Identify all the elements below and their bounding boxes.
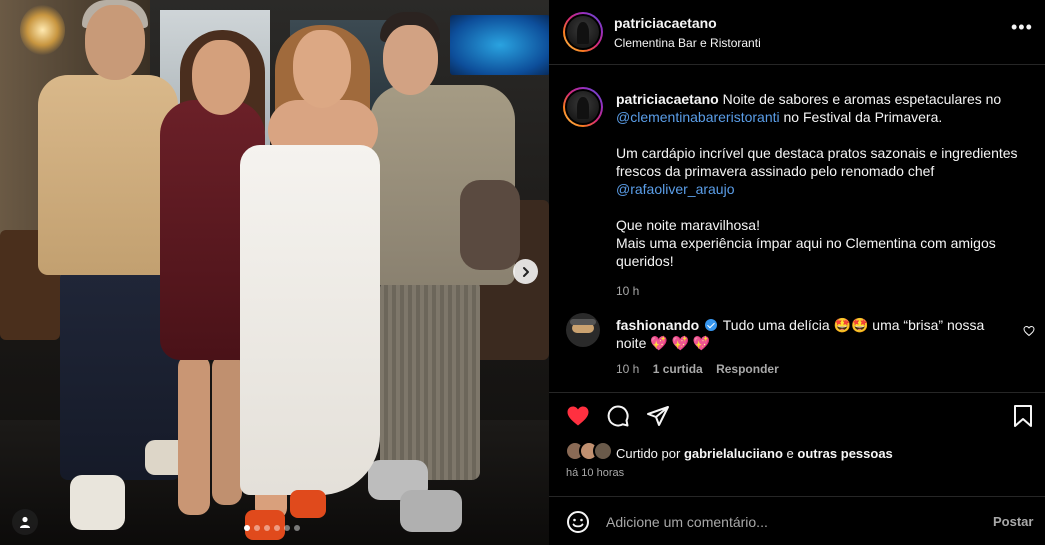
post-location[interactable]: Clementina Bar e Ristoranti	[614, 36, 761, 50]
heart-icon	[567, 406, 589, 426]
carousel-indicator	[244, 525, 300, 531]
caption-text: Que noite maravilhosa!	[616, 217, 760, 233]
verified-badge-icon	[705, 319, 718, 331]
comment-reply-button[interactable]: Responder	[716, 362, 779, 376]
share-button[interactable]	[645, 403, 671, 429]
caption-username[interactable]: patriciacaetano	[616, 91, 719, 107]
caption-mention[interactable]: @rafaoliver_araujo	[616, 181, 735, 197]
liked-by-prefix: Curtido por	[616, 446, 681, 461]
post-photo[interactable]	[0, 0, 549, 545]
user-tag-button[interactable]	[12, 509, 38, 535]
comment-username[interactable]: fashionando	[616, 317, 699, 333]
save-button[interactable]	[1010, 403, 1036, 429]
post-side-panel: patriciacaetano Clementina Bar e Ristora…	[549, 0, 1045, 545]
header-divider	[549, 64, 1045, 65]
caption-text: no Festival da Primavera.	[783, 109, 943, 125]
author-avatar[interactable]	[563, 12, 603, 52]
small-heart-icon	[1023, 325, 1035, 337]
like-button[interactable]	[565, 403, 591, 429]
share-icon	[647, 406, 669, 426]
caption-text: Um cardápio incrível que destaca pratos …	[616, 145, 1018, 179]
carousel-dot	[294, 525, 300, 531]
carousel-dot	[274, 525, 280, 531]
liked-by-user[interactable]: gabrielaluciiano	[684, 446, 783, 461]
user-tag-icon	[20, 516, 30, 528]
post-comment-button[interactable]: Postar	[993, 514, 1033, 529]
photo-background-screen	[450, 15, 549, 75]
carousel-dot	[254, 525, 260, 531]
chevron-right-icon	[522, 266, 529, 277]
comment-likes[interactable]: 1 curtida	[653, 362, 703, 376]
post-time-ago[interactable]: há 10 horas	[566, 467, 624, 479]
photo-lamp	[20, 5, 65, 55]
bookmark-icon	[1014, 405, 1032, 427]
composer-divider	[549, 496, 1045, 497]
carousel-dot	[244, 525, 250, 531]
caption-text: Noite de sabores e aromas espetaculares …	[722, 91, 1002, 107]
liker-avatar[interactable]	[593, 441, 613, 461]
comment-button[interactable]	[605, 403, 631, 429]
liked-by-text: Curtido por gabrielaluciiano e outras pe…	[616, 446, 893, 461]
carousel-dot	[284, 525, 290, 531]
author-username[interactable]: patriciacaetano	[614, 15, 717, 31]
caption-text: Mais uma experiência ímpar aqui no Cleme…	[616, 235, 996, 269]
emoji-icon	[567, 511, 589, 533]
carousel-dot	[264, 525, 270, 531]
caption-avatar[interactable]	[563, 87, 603, 127]
comment-emojis: 💖 💖 💖	[650, 335, 711, 351]
caption-timestamp[interactable]: 10 h	[616, 282, 1026, 300]
comment: fashionando Tudo uma delícia 🤩🤩 uma “bri…	[616, 316, 1016, 378]
more-options-icon[interactable]: •••	[1011, 18, 1033, 36]
liked-by-others[interactable]: outras pessoas	[797, 446, 892, 461]
comment-time[interactable]: 10 h	[616, 362, 639, 376]
comment-input[interactable]	[606, 512, 966, 532]
comment-icon	[607, 405, 629, 427]
post-caption: patriciacaetano Noite de sabores e aroma…	[616, 90, 1026, 300]
carousel-next-button[interactable]	[513, 259, 538, 284]
caption-mention[interactable]: @clementinabareristoranti	[616, 109, 780, 125]
comment-like-button[interactable]	[1022, 324, 1036, 338]
actions-divider	[549, 392, 1045, 393]
emoji-button[interactable]	[565, 509, 591, 535]
commenter-avatar[interactable]	[566, 313, 600, 347]
liked-by-and: e	[786, 446, 794, 461]
